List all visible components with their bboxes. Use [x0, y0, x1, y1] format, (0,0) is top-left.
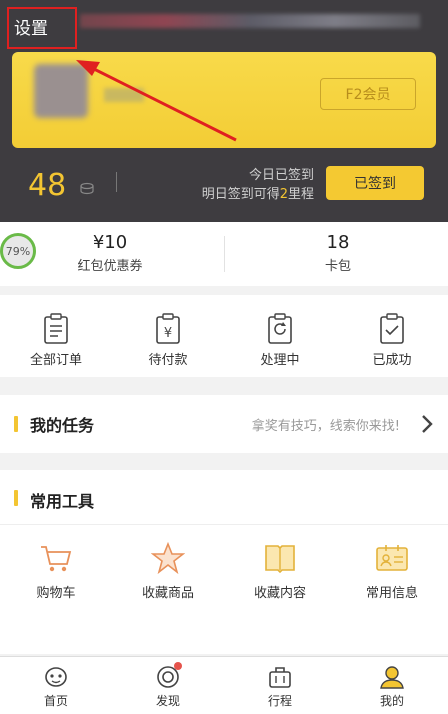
cart-button[interactable]: 购物车 [0, 542, 112, 601]
book-icon [265, 545, 295, 574]
refresh-doc-icon [268, 313, 292, 344]
tab-label: 我的 [379, 694, 404, 708]
tab-label: 首页 [43, 694, 68, 708]
cardpack-value: 18 [326, 232, 350, 253]
tab-mine[interactable]: 我的 [336, 657, 448, 714]
divider [224, 236, 225, 272]
order-label: 已成功 [372, 353, 412, 368]
tab-label: 行程 [267, 694, 292, 708]
divider [0, 524, 448, 525]
chevron-right-icon [422, 415, 433, 433]
order-shortcuts: 全部订单 ¥ 待付款 处理中 已成功 [0, 295, 448, 377]
coupon-label: 红包优惠券 [77, 259, 143, 274]
tools-section: 常用工具 购物车 收藏商品 收藏内容 常用信息 [0, 470, 448, 654]
signed-in-button[interactable]: 已签到 [326, 166, 424, 200]
id-card-icon [376, 545, 408, 571]
section-accent-bar [14, 416, 18, 432]
tab-label: 发现 [155, 694, 180, 708]
completed-button[interactable]: 已成功 [336, 295, 448, 377]
task-hint: 拿奖有技巧，线索你来找! [251, 419, 400, 434]
signin-status: 今日已签到 明日签到可得2里程 [202, 166, 314, 204]
points-value[interactable]: 48 [28, 168, 66, 203]
notification-dot [174, 662, 182, 670]
processing-button[interactable]: 处理中 [224, 295, 336, 377]
order-label: 待付款 [148, 353, 188, 368]
tool-label: 常用信息 [365, 586, 418, 601]
favorite-goods-button[interactable]: 收藏商品 [112, 542, 224, 601]
my-tasks-row[interactable]: 我的任务 拿奖有技巧，线索你来找! [0, 395, 448, 453]
clipboard-list-icon [44, 313, 68, 344]
coupon-stat[interactable]: ¥10 红包优惠券 [0, 232, 220, 274]
signin-today: 今日已签到 [248, 168, 314, 183]
tool-label: 收藏商品 [141, 586, 194, 601]
all-orders-button[interactable]: 全部订单 [0, 295, 112, 377]
luggage-icon [269, 667, 291, 688]
check-doc-icon [380, 313, 404, 344]
tool-label: 收藏内容 [253, 586, 306, 601]
cardpack-stat[interactable]: 18 卡包 [228, 232, 448, 274]
order-label: 全部订单 [29, 353, 82, 368]
tools-title: 常用工具 [30, 492, 95, 511]
cart-icon [41, 546, 72, 572]
task-title: 我的任务 [30, 416, 95, 435]
tool-label: 购物车 [36, 586, 76, 601]
order-label: 处理中 [260, 353, 300, 368]
cardpack-label: 卡包 [324, 259, 351, 274]
tab-home[interactable]: 首页 [0, 657, 112, 714]
signin-tomorrow: 明日签到可得2里程 [201, 187, 314, 202]
common-info-button[interactable]: 常用信息 [336, 542, 448, 601]
coupon-value: ¥10 [92, 232, 128, 253]
section-accent-bar [14, 490, 18, 506]
yuan-receipt-icon: ¥ [156, 313, 180, 344]
star-icon [151, 542, 185, 574]
profile-icon [380, 666, 404, 689]
favorite-content-button[interactable]: 收藏内容 [224, 542, 336, 601]
svg-text:¥: ¥ [164, 326, 172, 341]
profile-header: 设置 F2会员 48 今日已签到 明日签到可得2里程 已签到 [0, 0, 448, 222]
tab-discover[interactable]: 发现 [112, 657, 224, 714]
pending-payment-button[interactable]: ¥ 待付款 [112, 295, 224, 377]
coin-icon [80, 182, 94, 195]
bottom-tab-bar: 首页 发现 行程 我的 [0, 656, 448, 714]
home-icon [45, 667, 67, 687]
tab-trips[interactable]: 行程 [224, 657, 336, 714]
divider [116, 172, 117, 192]
